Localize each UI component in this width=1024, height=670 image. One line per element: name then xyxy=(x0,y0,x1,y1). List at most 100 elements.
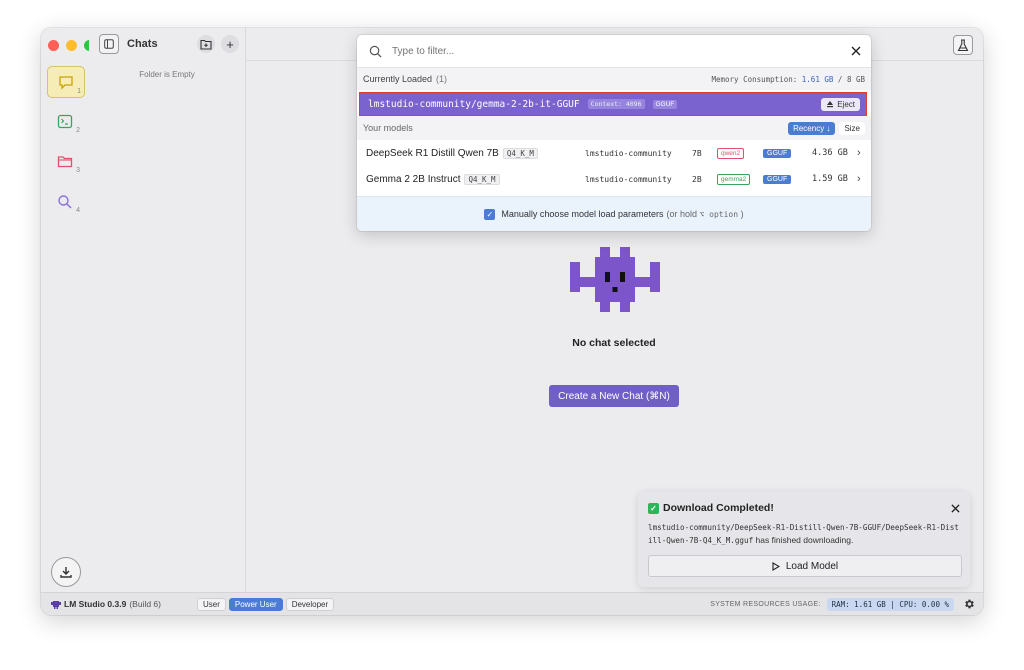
rail-item-discover[interactable]: 4 xyxy=(47,186,83,216)
memory-label: Memory Consumption: xyxy=(711,74,798,84)
eject-icon xyxy=(827,101,834,108)
format-badge: GGUF xyxy=(652,99,678,109)
terminal-icon xyxy=(57,114,73,128)
no-chat-message: No chat selected xyxy=(572,337,656,349)
arch-badge: gemma2 xyxy=(717,173,751,185)
sort-by-size-button[interactable]: Size xyxy=(839,121,865,135)
model-title: Gemma 2 2B Instruct xyxy=(366,173,461,185)
rail-badge: 3 xyxy=(76,167,80,174)
model-params: 7B xyxy=(692,148,702,158)
model-row[interactable]: DeepSeek R1 Distill Qwen 7B Q4_K_M lmstud… xyxy=(357,140,871,166)
plus-icon: + xyxy=(226,36,234,52)
manual-params-bar: ✓ Manually choose model load parameters … xyxy=(357,196,871,231)
load-model-label: Load Model xyxy=(785,560,839,572)
system-resources-label: SYSTEM RESOURCES USAGE: xyxy=(710,600,821,608)
new-chat-plus-button[interactable]: + xyxy=(221,35,239,53)
toggle-sidebar-button[interactable] xyxy=(99,34,119,54)
model-name: Gemma 2 2B Instruct Q4_K_M xyxy=(366,173,500,185)
app-version: LM Studio 0.3.9 xyxy=(64,599,127,609)
lmstudio-logo-icon xyxy=(51,600,61,609)
sidebar-toggle-icon xyxy=(104,39,114,49)
close-window-button[interactable] xyxy=(48,40,59,51)
mode-developer[interactable]: Developer xyxy=(285,597,335,611)
sidebar-header: Chats + xyxy=(99,34,239,54)
chat-icon xyxy=(59,75,73,90)
load-model-button[interactable]: Load Model xyxy=(648,555,962,577)
checkmark-icon: ✓ xyxy=(648,502,659,514)
format-badge: GGUF xyxy=(763,174,792,184)
format-badge: GGUF xyxy=(763,148,792,158)
eject-button[interactable]: Eject xyxy=(821,97,860,111)
quant-badge: Q4_K_M xyxy=(502,147,538,159)
manual-params-checkbox[interactable]: ✓ xyxy=(484,208,496,220)
experimental-button[interactable] xyxy=(953,35,973,55)
search-icon xyxy=(58,194,72,209)
hint-prefix: (or hold xyxy=(666,209,698,219)
your-models-header: Your models Recency ↓ Size xyxy=(357,116,871,140)
new-folder-button[interactable] xyxy=(197,35,215,53)
toast-message-suffix: has finished downloading. xyxy=(755,535,854,545)
mode-user[interactable]: User xyxy=(197,597,226,611)
model-publisher: lmstudio-community xyxy=(585,174,672,184)
currently-loaded-count: (1) xyxy=(436,74,448,84)
model-filter-bar xyxy=(357,35,871,68)
chats-sidebar: Chats + Folder is Empty xyxy=(89,28,246,593)
minimize-window-button[interactable] xyxy=(66,40,77,51)
quant-badge: Q4_K_M xyxy=(464,173,500,185)
model-size: 1.59 GB xyxy=(812,174,848,184)
ram-usage: RAM: 1.61 GB xyxy=(831,599,886,609)
model-filter-input[interactable] xyxy=(390,44,794,58)
rail-item-chat[interactable]: 1 xyxy=(47,66,85,98)
gear-icon xyxy=(965,599,974,609)
mode-power-user[interactable]: Power User xyxy=(228,597,283,611)
your-models-label: Your models xyxy=(363,123,413,133)
arch-badge: qwen2 xyxy=(717,147,745,159)
sort-by-recency-button[interactable]: Recency ↓ xyxy=(788,121,836,135)
manual-params-hint: (or hold ⌥ option ) xyxy=(667,209,744,219)
play-icon xyxy=(772,561,780,571)
eject-label: Eject xyxy=(837,99,855,109)
chevron-right-icon[interactable]: › xyxy=(857,147,861,159)
close-picker-button[interactable] xyxy=(851,46,861,56)
loaded-model-row[interactable]: lmstudio-community/gemma-2-2b-it-GGUF Co… xyxy=(359,92,867,116)
build-number: (Build 6) xyxy=(129,599,161,609)
toast-title-text: Download Completed! xyxy=(663,502,774,514)
flask-icon xyxy=(957,38,969,51)
toast-title: ✓ Download Completed! xyxy=(648,502,774,514)
downloads-button[interactable] xyxy=(51,557,81,587)
model-name: DeepSeek R1 Distill Qwen 7B Q4_K_M xyxy=(366,147,538,159)
model-publisher: lmstudio-community xyxy=(585,148,672,158)
model-row[interactable]: Gemma 2 2B Instruct Q4_K_M lmstudio-commu… xyxy=(357,166,871,192)
context-length-badge: Context: 4096 xyxy=(587,99,645,109)
cpu-usage: CPU: 0.00 % xyxy=(899,599,949,609)
mode-switcher: User Power User Developer xyxy=(197,597,335,611)
chevron-right-icon[interactable]: › xyxy=(857,173,861,185)
option-key-hint: ⌥ option xyxy=(699,210,739,219)
window-controls xyxy=(48,40,95,51)
rail-badge: 2 xyxy=(76,127,80,134)
model-picker-popover: Currently Loaded (1) Memory Consumption:… xyxy=(357,35,871,231)
system-resources-readout: RAM: 1.61 GB | CPU: 0.00 % xyxy=(826,597,954,611)
model-size: 4.36 GB xyxy=(812,148,848,158)
download-icon xyxy=(60,567,72,578)
toast-message: lmstudio-community/DeepSeek-R1-Distill-Q… xyxy=(648,521,960,547)
folder-icon xyxy=(57,155,73,167)
hint-suffix: ) xyxy=(740,209,744,219)
nav-rail: 1 2 3 4 xyxy=(41,60,90,593)
create-new-chat-button[interactable]: Create a New Chat (⌘N) xyxy=(549,385,679,407)
settings-button[interactable] xyxy=(963,598,975,610)
memory-consumption: Memory Consumption: 1.61 GB / 8 GB xyxy=(711,74,865,84)
dismiss-toast-button[interactable] xyxy=(951,500,960,518)
loaded-model-name: lmstudio-community/gemma-2-2b-it-GGUF xyxy=(368,98,580,110)
currently-loaded-label: Currently Loaded xyxy=(363,74,433,84)
status-bar: LM Studio 0.3.9 (Build 6) User Power Use… xyxy=(41,592,983,615)
memory-total: 8 GB xyxy=(846,74,865,84)
memory-used: 1.61 GB xyxy=(801,74,834,84)
manual-params-label: Manually choose model load parameters xyxy=(501,209,664,219)
close-icon xyxy=(951,504,960,513)
currently-loaded-header: Currently Loaded (1) Memory Consumption:… xyxy=(357,68,871,90)
rail-item-models[interactable]: 3 xyxy=(47,146,83,176)
rail-item-developer[interactable]: 2 xyxy=(47,106,83,136)
rail-badge: 4 xyxy=(76,207,80,214)
new-folder-icon xyxy=(200,39,212,50)
